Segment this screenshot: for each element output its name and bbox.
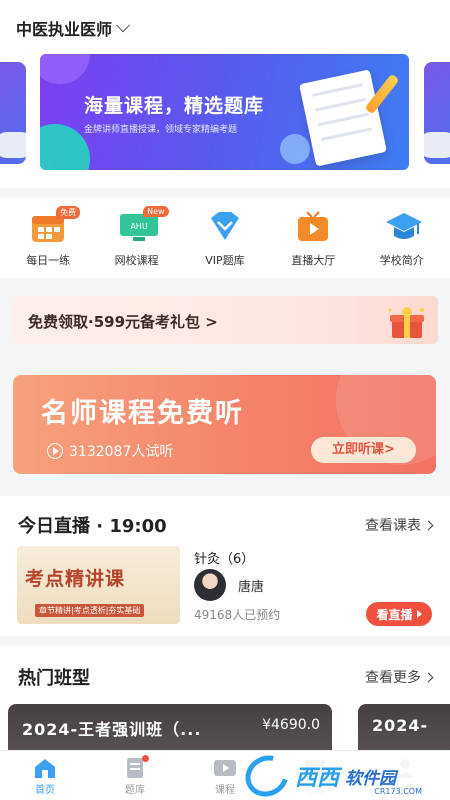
- hot-section-title: 热门班型: [18, 668, 90, 689]
- lesson-title: 针灸（6）: [194, 552, 255, 567]
- free-badge: 免费: [56, 206, 81, 219]
- quick-entry-live-hall[interactable]: 直播大厅: [271, 198, 355, 278]
- banner-title: 海量课程，精选题库: [84, 95, 265, 117]
- quick-entry-online-course[interactable]: AHU New 网校课程: [95, 198, 179, 278]
- notification-dot: [142, 755, 149, 762]
- thumbnail-title: 考点精讲课: [25, 568, 126, 590]
- play-screen-icon: [213, 757, 237, 779]
- banner-subtitle: 金牌讲师直播授课，领域专家精编考题: [84, 125, 238, 135]
- tv-play-icon: [295, 210, 331, 244]
- document-icon: [123, 755, 149, 779]
- avatar: [194, 569, 226, 601]
- quick-entry-daily-practice[interactable]: 免费 每日一练: [6, 198, 90, 278]
- tab-label: 首页: [35, 785, 55, 796]
- tab-label: 题库: [125, 785, 145, 796]
- monitor-icon: AHU New: [119, 206, 169, 244]
- class-card-price: ¥4690.0: [262, 717, 320, 733]
- live-section-title: 今日直播 · 19:00: [18, 516, 167, 537]
- booked-count: 49168人已预约: [194, 608, 281, 622]
- banner-next-card[interactable]: [424, 62, 450, 164]
- calendar-icon: 免费: [30, 206, 81, 244]
- live-thumbnail[interactable]: 考点精讲课 章节精讲|考点透析|夯实基础: [17, 546, 180, 624]
- tab-question-bank[interactable]: 题库: [90, 751, 180, 800]
- subject-label: 中医执业医师: [16, 20, 113, 39]
- watermark-c-icon: [237, 747, 297, 800]
- listen-now-button[interactable]: 立即听课>: [311, 437, 416, 463]
- teacher-name: 唐唐: [238, 580, 265, 595]
- watch-live-button[interactable]: 看直播: [366, 602, 432, 626]
- watch-live-label: 看直播: [376, 607, 413, 622]
- home-icon: [33, 757, 57, 779]
- quick-entry-label: 每日一练: [26, 254, 71, 267]
- quick-entry-label: VIP题库: [205, 254, 245, 267]
- watermark-text-1: 西西: [295, 766, 340, 791]
- view-schedule-link[interactable]: 查看课表: [365, 515, 434, 535]
- free-course-title: 名师课程免费听: [41, 398, 244, 429]
- view-more-link[interactable]: 查看更多: [365, 667, 434, 687]
- quick-entry-row: 免费 每日一练 AHU New 网校课程 VIP题库 直播大厅 学校简介: [0, 198, 450, 278]
- decor-circle: [40, 54, 90, 84]
- monitor-text: AHU: [130, 222, 147, 231]
- promo-text: 免费领取·599元备考礼包 >: [28, 313, 218, 331]
- chevron-right-icon: [423, 520, 434, 530]
- banner-prev-card[interactable]: [0, 62, 26, 164]
- play-icon: [416, 610, 422, 618]
- watermark-url: CR173.COM: [374, 787, 422, 796]
- decor-circle: [40, 124, 90, 170]
- view-more-label: 查看更多: [365, 670, 421, 686]
- top-bar: 中医执业医师: [0, 0, 450, 48]
- quick-entry-label: 网校课程: [114, 254, 159, 267]
- gift-pack-promo[interactable]: 免费领取·599元备考礼包 >: [12, 296, 438, 344]
- play-circle-icon: [47, 443, 63, 459]
- diamond-icon: [207, 210, 243, 244]
- watermark-logo: 西西 软件园 CR173.COM: [237, 747, 450, 800]
- gift-box-icon: [384, 304, 430, 340]
- tab-home[interactable]: 首页: [0, 751, 90, 800]
- graduation-cap-icon: [384, 210, 422, 244]
- banner-slide[interactable]: 海量课程，精选题库 金牌讲师直播授课，领域专家精编考题: [40, 54, 409, 170]
- quick-entry-label: 学校简介: [379, 254, 424, 267]
- quick-entry-label: 直播大厅: [291, 254, 336, 267]
- subject-selector[interactable]: 中医执业医师: [16, 16, 131, 40]
- banner-carousel[interactable]: 海量课程，精选题库 金牌讲师直播授课，领域专家精编考题: [0, 48, 450, 188]
- chevron-right-icon: [423, 672, 434, 682]
- quick-entry-vip-bank[interactable]: VIP题库: [183, 198, 267, 278]
- view-schedule-label: 查看课表: [365, 518, 421, 534]
- live-section: 今日直播 · 19:00 查看课表 考点精讲课 章节精讲|考点透析|夯实基础 针…: [0, 496, 450, 636]
- watermark-text-2: 软件园: [345, 768, 397, 789]
- new-badge: New: [143, 206, 169, 217]
- tab-label: 课程: [215, 785, 235, 796]
- thumbnail-subtitle: 章节精讲|考点透析|夯实基础: [35, 604, 145, 617]
- quick-entry-school-intro[interactable]: 学校简介: [360, 198, 444, 278]
- class-card-title: 2024-: [372, 716, 429, 735]
- listener-count: 3132087人试听: [47, 441, 173, 461]
- listener-count-text: 3132087人试听: [69, 444, 174, 460]
- paper-illustration: [299, 69, 387, 167]
- decor-circle: [280, 134, 310, 164]
- class-card-title: 2024-王者强训班（...: [22, 720, 202, 739]
- free-course-banner[interactable]: 名师课程免费听 3132087人试听 立即听课>: [13, 375, 436, 474]
- chevron-down-icon: [115, 18, 131, 33]
